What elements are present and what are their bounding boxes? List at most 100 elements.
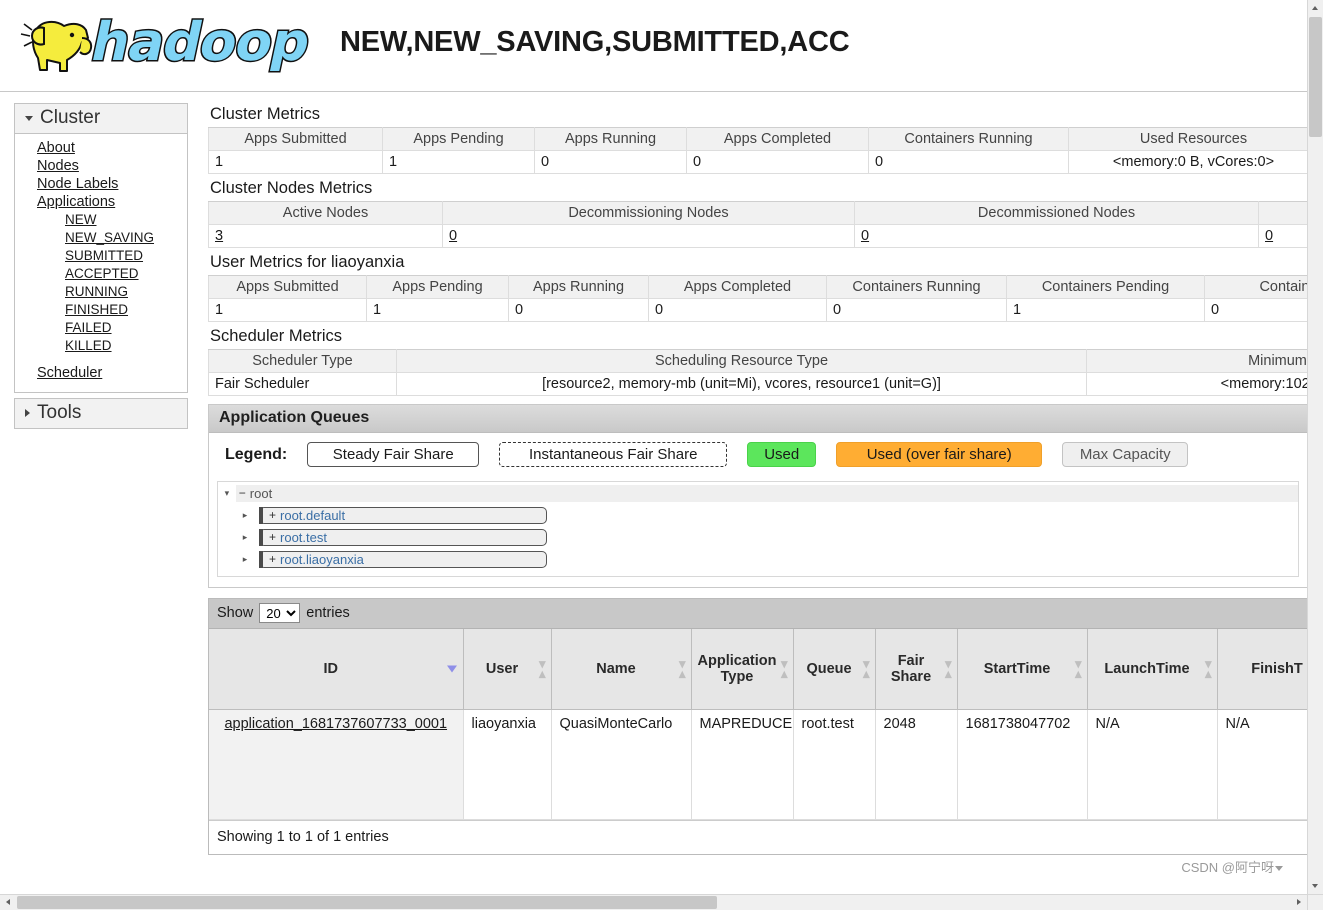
cluster-metrics-table: Apps Submitted Apps Pending Apps Running…	[208, 127, 1307, 174]
col-user-apps-pending: Apps Pending	[366, 275, 509, 299]
val-nodes-extra: 0	[1258, 224, 1307, 248]
col-queue[interactable]: Queue ▾ ▴	[793, 629, 876, 710]
horizontal-scrollbar-thumb[interactable]	[17, 896, 717, 909]
queue-bar-liaoyanxia[interactable]: + root.liaoyanxia	[259, 550, 547, 568]
main-content: Cluster Metrics Apps Submitted Apps Pend…	[208, 100, 1307, 855]
sidebar-item-scheduler[interactable]: Scheduler	[15, 364, 187, 382]
col-launch-time[interactable]: LaunchTime ▾ ▴	[1087, 629, 1218, 710]
sidebar-tools-header[interactable]: Tools	[14, 398, 188, 429]
vertical-scrollbar-thumb[interactable]	[1309, 17, 1322, 137]
val-user-apps-pending: 1	[366, 298, 509, 322]
col-active-nodes: Active Nodes	[208, 201, 443, 225]
applications-table: ID User ▾ ▴ Name ▾ ▴ Application Type ▾ …	[209, 629, 1307, 820]
cell-finish-time: N/A	[1217, 709, 1307, 820]
user-metrics-clip: Apps Submitted Apps Pending Apps Running…	[208, 275, 1307, 322]
col-user-apps-running: Apps Running	[508, 275, 649, 299]
queue-row-root: ▾ − root	[218, 482, 1298, 504]
queue-bar-test[interactable]: + root.test	[259, 528, 547, 546]
val-scheduler-type: Fair Scheduler	[208, 372, 397, 396]
sidebar-item-state-accepted[interactable]: ACCEPTED	[15, 265, 187, 283]
sidebar-item-applications[interactable]: Applications	[15, 193, 187, 211]
page-viewport: hadoop NEW,NEW_SAVING,SUBMITTED,ACC Clus…	[0, 0, 1307, 894]
page-size-select[interactable]: 20	[259, 603, 301, 623]
application-queues-title: Application Queues	[209, 405, 1307, 433]
col-finish-time[interactable]: FinishT	[1217, 629, 1307, 710]
col-fair-share[interactable]: Fair Share ▾ ▴	[875, 629, 958, 710]
col-start-time[interactable]: StartTime ▾ ▴	[957, 629, 1088, 710]
chevron-down-icon	[25, 115, 33, 121]
scroll-left-arrow-icon[interactable]	[0, 895, 16, 910]
cell-user: liaoyanxia	[463, 709, 552, 820]
cluster-nodes-metrics-title: Cluster Nodes Metrics	[210, 179, 373, 197]
sidebar-item-state-finished[interactable]: FINISHED	[15, 301, 187, 319]
legend-max-capacity[interactable]: Max Capacity	[1062, 442, 1189, 467]
page-title: NEW,NEW_SAVING,SUBMITTED,ACC	[340, 26, 850, 58]
col-apps-running: Apps Running	[534, 127, 687, 151]
val-apps-pending: 1	[382, 150, 535, 174]
col-user-apps-completed: Apps Completed	[648, 275, 827, 299]
val-apps-running: 0	[534, 150, 687, 174]
scroll-down-arrow-icon[interactable]	[1308, 878, 1323, 894]
sidebar-item-node-labels[interactable]: Node Labels	[15, 175, 187, 193]
queue-toggle-root-icon[interactable]: ▾	[218, 488, 236, 499]
scheduler-metrics-table: Scheduler Type Scheduling Resource Type …	[208, 349, 1307, 396]
watermark-text: CSDN @阿宁呀	[1181, 860, 1274, 875]
sort-both-icon: ▾ ▴	[538, 655, 546, 681]
legend-steady-fair-share[interactable]: Steady Fair Share	[307, 442, 480, 467]
legend-instantaneous-fair-share[interactable]: Instantaneous Fair Share	[499, 442, 728, 467]
val-user-containers-pending: 1	[1006, 298, 1205, 322]
val-decommissioned-nodes: 0	[854, 224, 1259, 248]
vertical-scrollbar[interactable]	[1307, 0, 1323, 894]
sort-both-icon: ▾ ▴	[780, 655, 788, 681]
legend-used[interactable]: Used	[747, 442, 817, 467]
queue-row-liaoyanxia: ▸ + root.liaoyanxia	[218, 548, 1298, 570]
hadoop-logo: hadoop	[16, 8, 317, 80]
cell-fair-share: 2048	[875, 709, 958, 820]
sidebar-item-state-running[interactable]: RUNNING	[15, 283, 187, 301]
scroll-right-arrow-icon[interactable]	[1291, 895, 1307, 910]
show-entries-label: Show	[217, 605, 254, 621]
queue-toggle-default-icon[interactable]: ▸	[236, 510, 254, 521]
watermark-caret-icon	[1275, 866, 1283, 872]
application-id-link[interactable]: application_1681737607733_0001	[224, 716, 447, 732]
queue-toggle-liaoyanxia-icon[interactable]: ▸	[236, 554, 254, 565]
sidebar-cluster-header[interactable]: Cluster	[15, 104, 187, 134]
sidebar-item-about[interactable]: About	[15, 139, 187, 157]
col-decommissioned-nodes: Decommissioned Nodes	[854, 201, 1259, 225]
user-metrics-title: User Metrics for liaoyanxia	[210, 253, 405, 271]
col-name-label: Name	[596, 660, 636, 677]
col-id[interactable]: ID	[209, 629, 464, 710]
queue-bar-default[interactable]: + root.default	[259, 506, 547, 524]
table-row: 1 1 0 0 0 <memory:0 B, vCores:0>	[208, 150, 1307, 174]
legend-used-over-fair-share[interactable]: Used (over fair share)	[836, 442, 1043, 467]
col-decommissioning-nodes: Decommissioning Nodes	[442, 201, 855, 225]
active-nodes-link[interactable]: 3	[215, 228, 223, 244]
col-name[interactable]: Name ▾ ▴	[551, 629, 692, 710]
sidebar-cluster-body: About Nodes Node Labels Applications NEW…	[15, 134, 187, 392]
col-application-type[interactable]: Application Type ▾ ▴	[691, 629, 794, 710]
sidebar-item-state-killed[interactable]: KILLED	[15, 337, 187, 355]
chevron-right-icon	[25, 409, 30, 417]
col-minimum-allocation: Minimum Allocatio	[1086, 349, 1307, 373]
val-user-containers: 0	[1204, 298, 1307, 322]
sidebar-tools-label: Tools	[37, 402, 82, 423]
page-header: hadoop NEW,NEW_SAVING,SUBMITTED,ACC	[0, 0, 1307, 92]
col-user[interactable]: User ▾ ▴	[463, 629, 552, 710]
user-metrics-table: Apps Submitted Apps Pending Apps Running…	[208, 275, 1307, 322]
decommissioning-nodes-link[interactable]: 0	[449, 228, 457, 244]
scroll-up-arrow-icon[interactable]	[1308, 0, 1323, 16]
sidebar-item-state-submitted[interactable]: SUBMITTED	[15, 247, 187, 265]
queue-bar-root[interactable]: − root	[235, 484, 1298, 502]
cell-application-type: MAPREDUCE	[691, 709, 794, 820]
nodes-extra-link[interactable]: 0	[1265, 228, 1273, 244]
sidebar-item-state-new-saving[interactable]: NEW_SAVING	[15, 229, 187, 247]
col-used-resources: Used Resources	[1068, 127, 1307, 151]
sidebar-item-nodes[interactable]: Nodes	[15, 157, 187, 175]
horizontal-scrollbar[interactable]	[0, 894, 1307, 910]
sidebar-item-state-failed[interactable]: FAILED	[15, 319, 187, 337]
decommissioned-nodes-link[interactable]: 0	[861, 228, 869, 244]
queue-toggle-test-icon[interactable]: ▸	[236, 532, 254, 543]
cluster-nodes-metrics-table: Active Nodes Decommissioning Nodes Decom…	[208, 201, 1307, 248]
col-id-label: ID	[323, 660, 339, 677]
sidebar-item-state-new[interactable]: NEW	[15, 211, 187, 229]
